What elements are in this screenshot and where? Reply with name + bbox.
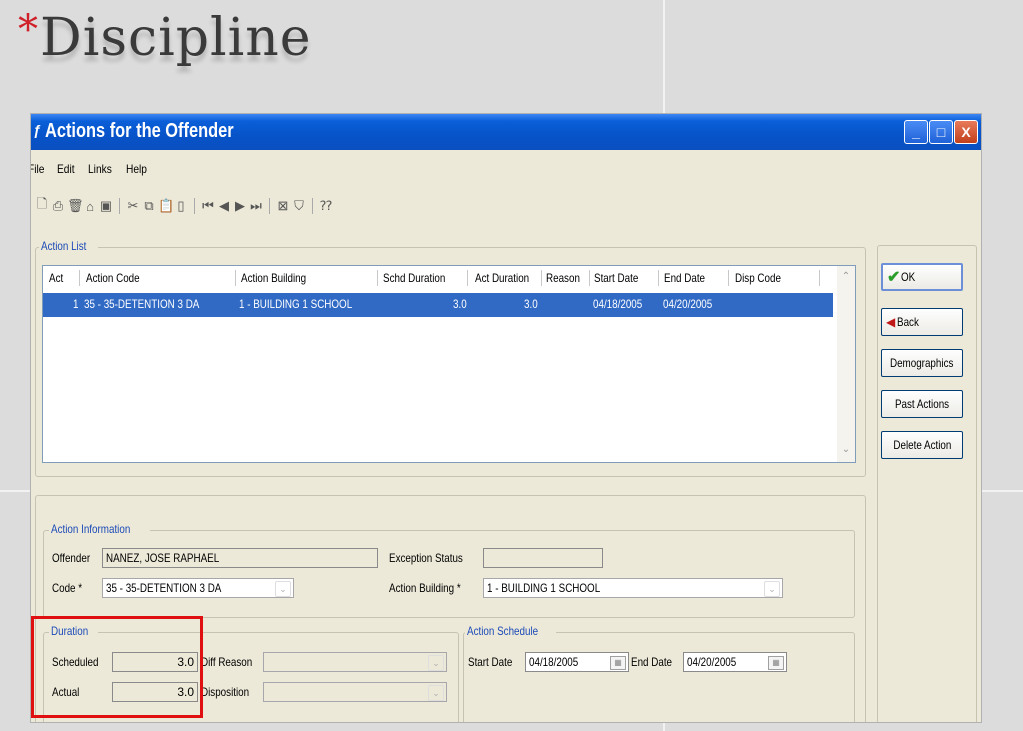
calendar-icon[interactable]: ▦ (610, 656, 626, 670)
chevron-down-icon[interactable]: ⌄ (428, 685, 444, 701)
chevron-down-icon[interactable]: ⌄ (275, 581, 291, 597)
new-icon[interactable]: 🗋 (35, 195, 49, 217)
cell-start-date: 04/18/2005 (593, 297, 643, 311)
offender-field: NANEZ, JOSE RAPHAEL (102, 548, 378, 568)
action-list-label: Action List (39, 239, 99, 253)
menu-help[interactable]: Help (126, 162, 147, 182)
action-information-label: Action Information (49, 522, 150, 536)
column-header-act[interactable]: Act (49, 271, 66, 285)
action-list-header: Act Action Code Action Building Schd Dur… (43, 266, 855, 290)
column-header-start-date[interactable]: Start Date (594, 271, 648, 285)
end-date-label: End Date (631, 655, 673, 669)
table-row[interactable]: 1 35 - 35-DETENTION 3 DA 1 - BUILDING 1 … (43, 293, 833, 317)
menu-edit[interactable]: Edit (57, 162, 75, 182)
slide-title: * Discipline (18, 6, 312, 106)
close-button[interactable]: X (954, 120, 978, 144)
delete-action-button[interactable]: Delete Action (881, 431, 963, 459)
disposition-label: Disposition (201, 685, 250, 699)
toolbar-separator (312, 198, 313, 214)
check-icon: ✔ (887, 269, 901, 286)
print-icon[interactable]: ⎙ (51, 198, 65, 214)
diff-reason-label: Diff Reason (201, 655, 253, 669)
window-title: Actions for the Offender (45, 120, 234, 142)
open-icon[interactable]: ⌂ (83, 199, 97, 214)
menu-bar: File Edit Links Help (31, 162, 151, 182)
cell-schd-duration: 3.0 (453, 297, 467, 311)
menu-file[interactable]: File (31, 162, 44, 182)
filter-icon[interactable]: ⛉ (292, 198, 306, 214)
first-record-icon[interactable]: ⏮ (201, 198, 215, 214)
duration-highlight-box (31, 616, 203, 718)
query-icon[interactable]: ⊠ (276, 198, 290, 214)
menu-links[interactable]: Links (88, 162, 112, 182)
toolbar-separator (194, 198, 195, 214)
previous-record-icon[interactable]: ◀ (217, 198, 231, 214)
save-icon[interactable]: ▣ (99, 198, 113, 214)
demographics-button[interactable]: Demographics (881, 349, 963, 377)
column-header-action-code[interactable]: Action Code (86, 271, 151, 285)
clear-icon[interactable]: ▯ (174, 198, 188, 214)
cut-icon[interactable]: ✂ (126, 198, 140, 214)
cell-end-date: 04/20/2005 (663, 297, 713, 311)
code-label: Code * (52, 581, 83, 595)
help-pointer-icon[interactable]: ⁇ (319, 198, 333, 214)
diff-reason-dropdown[interactable]: ⌄ (263, 652, 447, 672)
action-schedule-label: Action Schedule (465, 624, 556, 638)
column-header-reason[interactable]: Reason (546, 271, 587, 285)
scroll-up-icon[interactable]: ⌃ (840, 271, 852, 283)
back-button[interactable]: ◀ Back (881, 308, 963, 336)
cell-action-building: 1 - BUILDING 1 SCHOOL (239, 297, 353, 311)
code-dropdown[interactable]: 35 - 35-DETENTION 3 DA ⌄ (102, 578, 294, 598)
toolbar-separator (119, 198, 120, 214)
app-icon: ƒ (33, 122, 41, 138)
copy-icon[interactable]: ⧉ (142, 198, 156, 214)
chevron-down-icon[interactable]: ⌄ (764, 581, 780, 597)
cell-action-code: 35 - 35-DETENTION 3 DA (84, 297, 200, 311)
action-schedule-group (463, 632, 855, 722)
scroll-down-icon[interactable]: ⌄ (840, 444, 852, 456)
calendar-icon[interactable]: ▦ (768, 656, 784, 670)
exception-status-field (483, 548, 603, 568)
offender-label: Offender (52, 551, 91, 565)
minimize-button[interactable]: _ (904, 120, 928, 144)
action-building-dropdown[interactable]: 1 - BUILDING 1 SCHOOL ⌄ (483, 578, 783, 598)
start-date-field[interactable]: 04/18/2005 ▦ (525, 652, 629, 672)
back-arrow-icon: ◀ (886, 315, 896, 329)
disposition-dropdown[interactable]: ⌄ (263, 682, 447, 702)
chevron-down-icon[interactable]: ⌄ (428, 655, 444, 671)
column-header-schd-duration[interactable]: Schd Duration (383, 271, 459, 285)
cell-act: 1 (73, 297, 79, 311)
column-header-act-duration[interactable]: Act Duration (475, 271, 541, 285)
start-date-label: Start Date (468, 655, 513, 669)
last-record-icon[interactable]: ⏭ (249, 198, 263, 214)
exception-status-label: Exception Status (389, 551, 463, 565)
toolbar: 🗋 ⎙ 🗑 ⌂ ▣ ✂ ⧉ 📋 ▯ ⏮ ◀ ▶ ⏭ ⊠ ⛉ ⁇ (35, 196, 333, 216)
next-record-icon[interactable]: ▶ (233, 198, 247, 214)
paste-icon[interactable]: 📋 (158, 198, 174, 214)
window-titlebar[interactable]: ƒ Actions for the Offender _ □ X (31, 114, 981, 150)
maximize-button[interactable]: □ (929, 120, 953, 144)
toolbar-separator (269, 198, 270, 214)
action-building-label: Action Building * (389, 581, 461, 595)
ok-button[interactable]: ✔ OK (881, 263, 963, 291)
action-list-scrollbar[interactable]: ⌃ ⌄ (837, 266, 855, 462)
column-header-disp-code[interactable]: Disp Code (735, 271, 791, 285)
action-information-group (43, 530, 855, 618)
title-bullet-star: * (18, 7, 38, 53)
past-actions-button[interactable]: Past Actions (881, 390, 963, 418)
action-list-table[interactable]: Act Action Code Action Building Schd Dur… (42, 265, 856, 463)
column-header-action-building[interactable]: Action Building (241, 271, 320, 285)
delete-icon[interactable]: 🗑 (67, 198, 84, 214)
slide-title-text: Discipline (40, 8, 312, 68)
end-date-field[interactable]: 04/20/2005 ▦ (683, 652, 787, 672)
cell-act-duration: 3.0 (524, 297, 538, 311)
column-header-end-date[interactable]: End Date (664, 271, 714, 285)
